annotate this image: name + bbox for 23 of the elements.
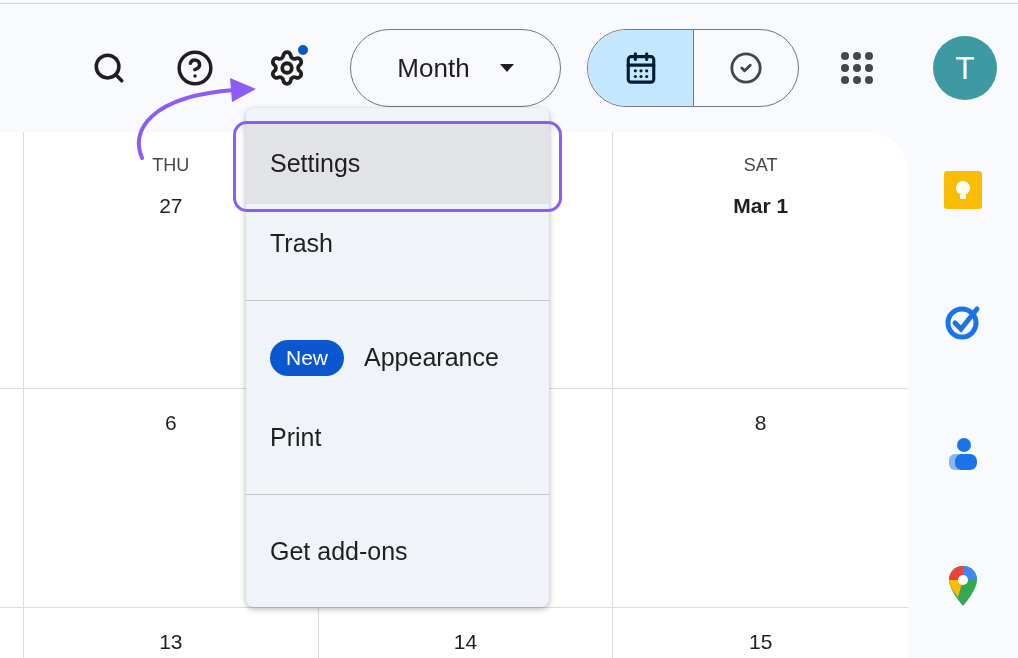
lightbulb-note-icon: [944, 171, 982, 209]
menu-item[interactable]: Print: [246, 398, 549, 478]
menu-item[interactable]: Settings: [246, 124, 549, 204]
new-badge: New: [270, 340, 344, 376]
menu-item[interactable]: New Appearance: [246, 318, 549, 398]
map-pin-icon: [949, 566, 977, 606]
date-number[interactable]: 15: [748, 631, 773, 653]
menu-item[interactable]: Get add-ons: [246, 512, 549, 592]
check-circle-icon: [944, 303, 982, 341]
menu-item[interactable]: Trash: [246, 204, 549, 284]
date-number[interactable]: 8: [754, 412, 767, 434]
date-number[interactable]: 13: [159, 631, 183, 653]
dot-grid-icon: [840, 51, 874, 85]
date-number[interactable]: 27: [159, 195, 183, 217]
view-toggle-button[interactable]: [588, 30, 693, 106]
date-number[interactable]: 14: [453, 631, 478, 653]
check-circle-icon: [729, 51, 763, 85]
weekday-label: THU: [152, 154, 190, 177]
date-number[interactable]: 6: [164, 412, 177, 434]
weekday-label: SAT: [743, 154, 778, 177]
person-icon: [948, 437, 978, 471]
caret-icon: [499, 64, 514, 72]
date-number[interactable]: Mar 1: [733, 195, 789, 217]
